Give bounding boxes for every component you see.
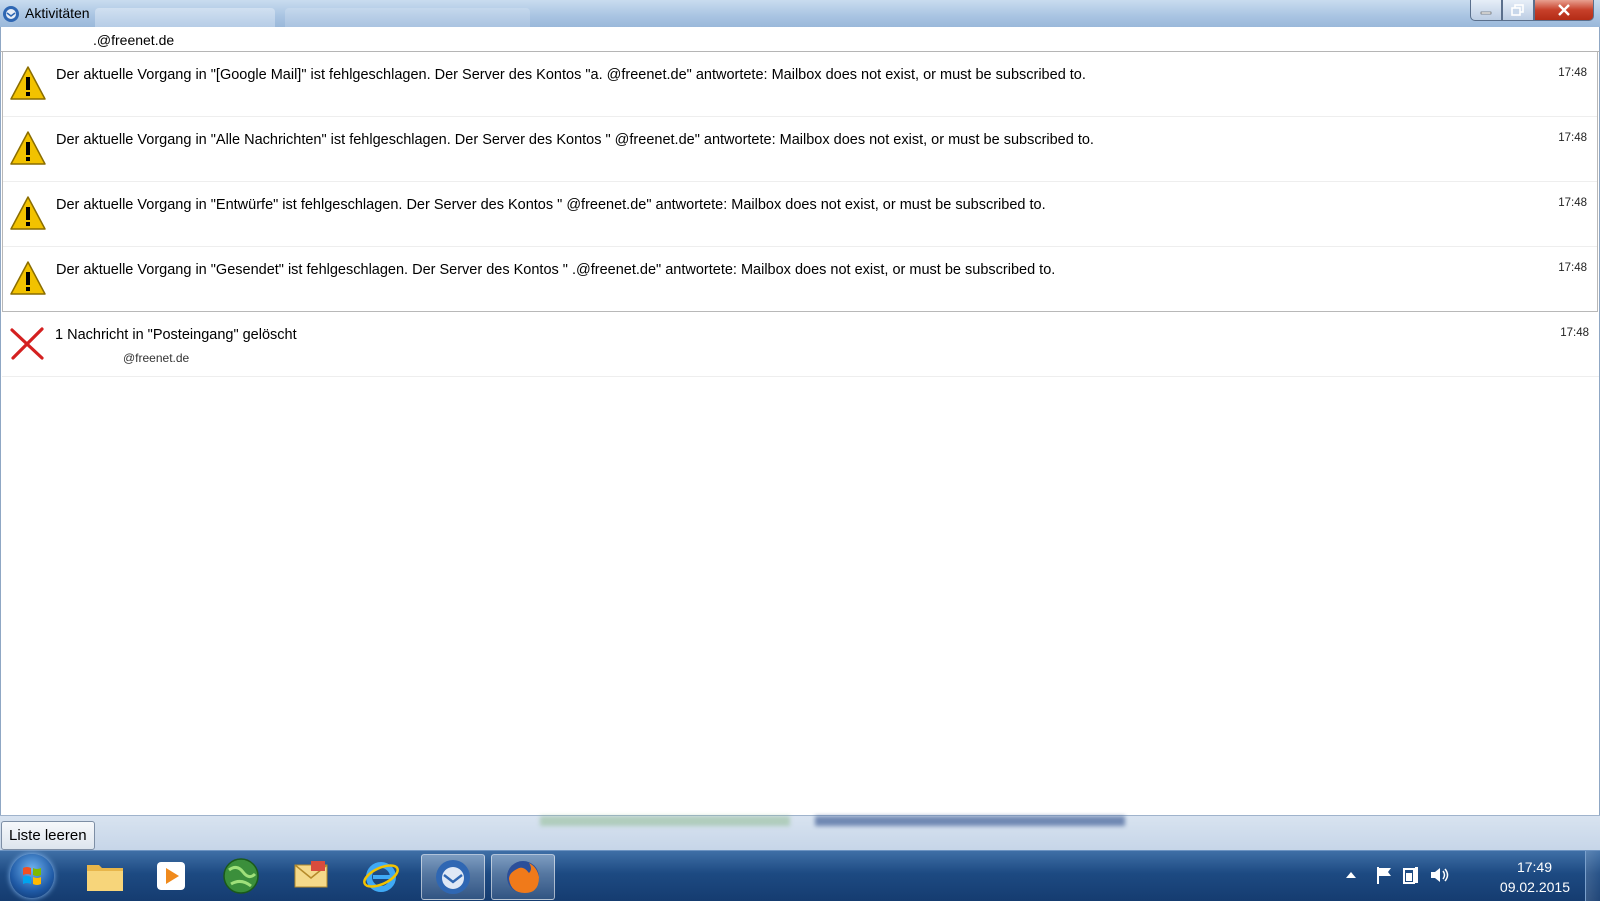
restore-icon [1511,4,1524,16]
account-label: .@freenet.de [93,32,175,48]
background-blur [815,816,1125,826]
thunderbird-icon [436,860,470,894]
volume-icon[interactable] [1428,864,1450,886]
system-tray: 17:49 09.02.2015 [1340,851,1600,901]
close-button[interactable] [1534,0,1594,21]
background-blur [540,816,790,826]
clock-date[interactable]: 09.02.2015 [1500,879,1570,895]
show-desktop-button[interactable] [1585,851,1600,901]
thunderbird-app-icon [3,6,19,22]
failure-group: Der aktuelle Vorgang in "[Google Mail]" … [2,52,1598,312]
item-time: 17:48 [1558,197,1587,209]
minimize-button[interactable] [1470,0,1502,21]
list-item[interactable]: Der aktuelle Vorgang in "Entwürfe" ist f… [3,182,1597,247]
clock-time[interactable]: 17:49 [1517,859,1552,875]
taskbar: 17:49 09.02.2015 [0,850,1600,901]
mail-icon [294,861,328,888]
activity-footer: Liste leeren [0,815,1600,851]
globe-app-button[interactable] [210,854,272,898]
delete-icon [10,327,44,360]
item-message: Der aktuelle Vorgang in "Entwürfe" ist f… [56,197,1046,213]
list-item[interactable]: 1 Nachricht in "Posteingang" gelöscht @f… [2,312,1599,377]
list-item[interactable]: Der aktuelle Vorgang in "Gesendet" ist f… [3,247,1597,311]
clear-list-button[interactable]: Liste leeren [1,821,95,850]
title-bar: Aktivitäten [0,0,1600,27]
warning-icon [10,66,46,100]
list-item[interactable]: Der aktuelle Vorgang in "[Google Mail]" … [3,52,1597,117]
firefox-taskbar-button[interactable] [491,854,555,900]
item-time: 17:48 [1560,327,1589,339]
internet-explorer-icon [363,862,399,892]
background-tab [285,8,530,27]
mail-app-button[interactable] [280,854,342,898]
firefox-icon [507,861,539,893]
explorer-folder-icon [87,865,123,891]
close-icon [1558,4,1570,16]
windows-logo-icon [23,867,41,885]
globe-icon [223,858,259,894]
action-center-flag-icon[interactable] [1373,864,1395,886]
warning-icon [10,261,46,295]
item-account: @freenet.de [123,351,190,365]
background-tab [95,8,275,27]
media-player-button[interactable] [140,854,202,898]
item-message: Der aktuelle Vorgang in "Gesendet" ist f… [56,262,1056,278]
item-message: 1 Nachricht in "Posteingang" gelöscht [55,327,297,343]
account-header: .@freenet.de [0,27,1600,52]
warning-icon [10,196,46,230]
internet-explorer-button[interactable] [350,854,412,898]
minimize-icon [1480,11,1492,15]
item-message: Der aktuelle Vorgang in "Alle Nachrichte… [56,132,1094,148]
item-time: 17:48 [1558,132,1587,144]
start-button[interactable] [10,854,54,898]
item-time: 17:48 [1558,67,1587,79]
maximize-button[interactable] [1502,0,1534,21]
thunderbird-taskbar-button[interactable] [421,854,485,900]
explorer-folder-button[interactable] [74,854,136,898]
media-player-icon [157,862,185,890]
item-time: 17:48 [1558,262,1587,274]
power-icon[interactable] [1400,864,1422,886]
warning-icon [10,131,46,165]
item-message: Der aktuelle Vorgang in "[Google Mail]" … [56,67,1086,83]
activity-list[interactable]: Der aktuelle Vorgang in "[Google Mail]" … [0,52,1600,815]
list-item[interactable]: Der aktuelle Vorgang in "Alle Nachrichte… [3,117,1597,182]
window-title: Aktivitäten [25,5,90,21]
tray-expand-icon[interactable] [1340,864,1362,886]
window-controls [1470,0,1594,21]
